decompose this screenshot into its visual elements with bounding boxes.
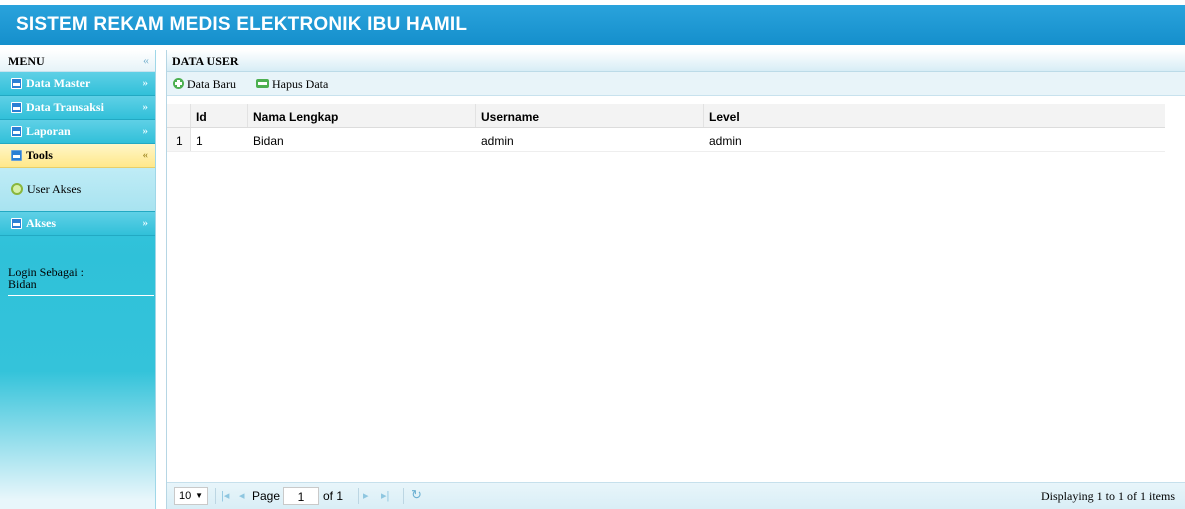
toolbar: Data Baru Hapus Data bbox=[167, 72, 1185, 96]
page-size-select[interactable]: 10 ▼ bbox=[174, 487, 208, 505]
cell-level: admin bbox=[709, 134, 742, 148]
cell-id: 1 bbox=[196, 134, 203, 148]
window-icon bbox=[11, 126, 22, 137]
column-header-id[interactable]: Id bbox=[196, 110, 207, 124]
sidebar-item-label: Tools bbox=[26, 148, 53, 162]
sidebar-header: MENU « bbox=[0, 50, 155, 72]
delete-button-label: Hapus Data bbox=[272, 77, 329, 91]
divider bbox=[215, 488, 216, 504]
sidebar-item-label: Data Transaksi bbox=[26, 100, 104, 114]
panel-title: DATA USER bbox=[172, 54, 239, 68]
panel-header: DATA USER bbox=[167, 50, 1185, 72]
refresh-icon[interactable]: ↻ bbox=[411, 487, 422, 503]
main-panel: DATA USER Data Baru Hapus Data Id Nama L… bbox=[166, 50, 1185, 509]
cell-nama-lengkap: Bidan bbox=[253, 134, 284, 148]
add-button-label: Data Baru bbox=[187, 77, 236, 91]
sidebar-item-akses[interactable]: Akses » bbox=[0, 212, 155, 236]
window-icon bbox=[11, 150, 22, 161]
prev-page-icon[interactable]: ◂ bbox=[239, 489, 245, 502]
row-number: 1 bbox=[176, 134, 183, 148]
double-chevron-up-icon[interactable]: « bbox=[143, 149, 149, 161]
sidebar-item-data-transaksi[interactable]: Data Transaksi » bbox=[0, 96, 155, 120]
sidebar-item-data-master[interactable]: Data Master » bbox=[0, 72, 155, 96]
window-icon bbox=[11, 102, 22, 113]
divider bbox=[8, 295, 154, 296]
double-chevron-down-icon[interactable]: » bbox=[143, 217, 149, 229]
column-divider bbox=[703, 104, 704, 127]
column-header-nama-lengkap[interactable]: Nama Lengkap bbox=[253, 110, 338, 124]
rownumber-header bbox=[167, 104, 191, 127]
cell-username: admin bbox=[481, 134, 514, 148]
remove-icon bbox=[256, 79, 269, 88]
pagination-info: Displaying 1 to 1 of 1 items bbox=[1041, 489, 1175, 503]
sidebar-item-laporan[interactable]: Laporan » bbox=[0, 120, 155, 144]
double-chevron-left-icon[interactable]: « bbox=[143, 53, 149, 68]
pagination-bar: 10 ▼ |◂ ◂ Page 1 of 1 ▸ ▸| ↻ Displaying … bbox=[167, 482, 1185, 509]
sidebar-item-label: Akses bbox=[26, 216, 57, 230]
page-total-label: of 1 bbox=[323, 489, 344, 503]
page-label: Page bbox=[252, 489, 281, 503]
sidebar-item-tools[interactable]: Tools « bbox=[0, 144, 155, 168]
login-user: Bidan bbox=[8, 277, 37, 291]
add-button[interactable]: Data Baru bbox=[173, 77, 236, 92]
delete-button[interactable]: Hapus Data bbox=[256, 77, 328, 92]
divider bbox=[403, 488, 404, 504]
double-chevron-down-icon[interactable]: » bbox=[143, 77, 149, 89]
column-divider bbox=[247, 104, 248, 127]
row-number-cell: 1 bbox=[167, 128, 191, 151]
add-icon bbox=[173, 78, 184, 89]
column-divider bbox=[475, 104, 476, 127]
page-size-value: 10 bbox=[179, 490, 192, 502]
divider bbox=[358, 488, 359, 504]
double-chevron-down-icon[interactable]: » bbox=[143, 125, 149, 137]
window-icon bbox=[11, 218, 22, 229]
gear-icon bbox=[11, 183, 23, 195]
sidebar-item-label: Data Master bbox=[26, 76, 91, 90]
data-grid: Id Nama Lengkap Username Level 1 1 Bidan… bbox=[167, 104, 1165, 152]
column-header-username[interactable]: Username bbox=[481, 110, 539, 124]
column-header-level[interactable]: Level bbox=[709, 110, 740, 124]
caret-down-icon: ▼ bbox=[195, 491, 203, 500]
page-number-input[interactable]: 1 bbox=[283, 487, 319, 505]
sidebar-title: MENU bbox=[8, 54, 45, 68]
sidebar-item-label: Laporan bbox=[26, 124, 71, 138]
first-page-icon[interactable]: |◂ bbox=[221, 489, 229, 502]
double-chevron-down-icon[interactable]: » bbox=[143, 101, 149, 113]
app-title: SISTEM REKAM MEDIS ELEKTRONIK IBU HAMIL bbox=[16, 14, 468, 35]
submenu-item-user-akses[interactable]: User Akses bbox=[27, 182, 81, 197]
next-page-icon[interactable]: ▸ bbox=[363, 489, 369, 502]
window-icon bbox=[11, 78, 22, 89]
last-page-icon[interactable]: ▸| bbox=[381, 489, 389, 502]
grid-header-row: Id Nama Lengkap Username Level bbox=[167, 104, 1165, 128]
login-info: Login Sebagai : Bidan bbox=[8, 266, 84, 290]
table-row[interactable]: 1 1 Bidan admin admin bbox=[167, 128, 1165, 152]
sidebar: MENU « Data Master » Data Transaksi » La… bbox=[0, 50, 156, 509]
tools-submenu: User Akses bbox=[0, 168, 155, 212]
app-header: SISTEM REKAM MEDIS ELEKTRONIK IBU HAMIL bbox=[0, 5, 1185, 45]
